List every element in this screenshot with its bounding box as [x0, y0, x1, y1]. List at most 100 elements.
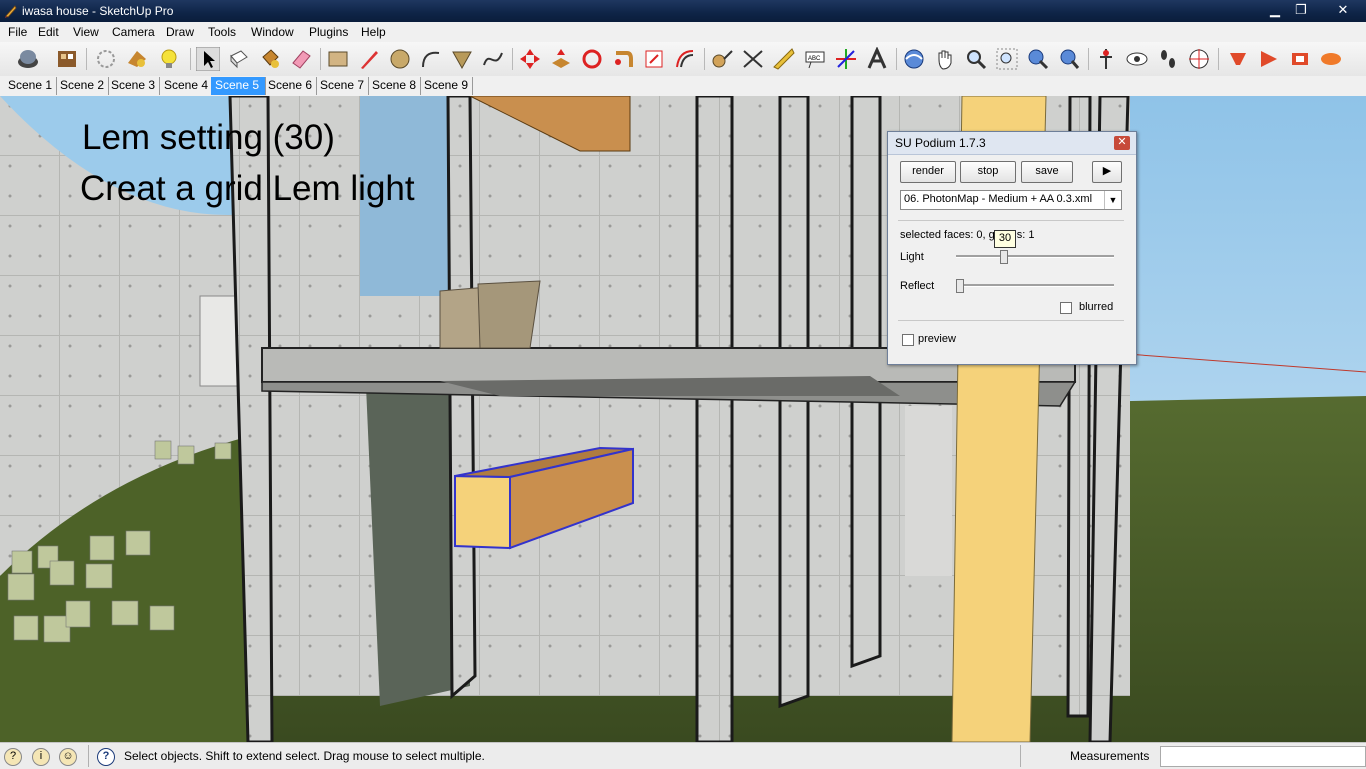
overlay-title: Lem setting (30) — [82, 118, 335, 157]
zoom-extents-icon[interactable] — [1026, 47, 1050, 71]
blurred-checkbox[interactable] — [1060, 302, 1072, 314]
polygon-icon[interactable] — [450, 47, 474, 71]
menu-edit[interactable]: Edit — [38, 25, 59, 39]
look-around-icon[interactable] — [1125, 47, 1149, 71]
freehand-icon[interactable] — [481, 47, 505, 71]
position-camera-icon[interactable] — [1094, 47, 1118, 71]
title-bar: iwasa house - SketchUp Pro ▁ ❐ ✕ — [0, 0, 1366, 22]
light-slider-thumb[interactable] — [1000, 250, 1009, 264]
podium-browser-icon[interactable] — [55, 47, 79, 71]
tab-scene-8[interactable]: Scene 8 — [368, 77, 422, 95]
arc-icon[interactable] — [419, 47, 443, 71]
podium-title-bar[interactable]: SU Podium 1.7.3 — [888, 132, 1136, 155]
eraser-icon[interactable] — [289, 47, 313, 71]
tab-scene-4[interactable]: Scene 4 — [160, 77, 214, 95]
tape-measure-icon[interactable] — [710, 47, 734, 71]
light-bulb-icon[interactable] — [157, 47, 181, 71]
push-pull-icon[interactable] — [549, 47, 573, 71]
offset-icon[interactable] — [673, 47, 697, 71]
tab-scene-7[interactable]: Scene 7 — [316, 77, 370, 95]
credits-icon[interactable]: i — [32, 748, 50, 766]
close-button[interactable]: ✕ — [1326, 1, 1360, 19]
menu-window[interactable]: Window — [251, 25, 294, 39]
save-button[interactable]: save — [1021, 161, 1073, 183]
preview-checkbox[interactable] — [902, 334, 914, 346]
tab-scene-5[interactable]: Scene 5 — [211, 77, 266, 95]
chevron-down-icon[interactable]: ▼ — [1104, 191, 1121, 209]
measurements-label: Measurements — [1070, 749, 1150, 763]
tab-scene-2[interactable]: Scene 2 — [56, 77, 110, 95]
sketchup-app-icon[interactable] — [4, 4, 18, 18]
protractor-icon[interactable] — [772, 47, 796, 71]
menu-plugins[interactable]: Plugins — [309, 25, 348, 39]
podium-tool-2-icon[interactable] — [1257, 47, 1281, 71]
menu-help[interactable]: Help — [361, 25, 386, 39]
minimize-button[interactable]: ▁ — [1262, 1, 1288, 19]
preset-select[interactable]: 06. PhotonMap - Medium + AA 0.3.xml ▼ — [900, 190, 1122, 210]
rotate-icon[interactable] — [580, 47, 604, 71]
light-slider-track[interactable] — [956, 255, 1114, 258]
orbit-light-icon[interactable] — [94, 47, 118, 71]
menu-tools[interactable]: Tools — [208, 25, 236, 39]
axes-icon[interactable] — [834, 47, 858, 71]
menu-bar: File Edit View Camera Draw Tools Window … — [0, 22, 1366, 42]
maximize-button[interactable]: ❐ — [1288, 1, 1314, 19]
status-bar: ? i ☺ ? Select objects. Shift to extend … — [0, 742, 1366, 769]
walk-icon[interactable] — [1156, 47, 1180, 71]
reflect-slider-track[interactable] — [956, 284, 1114, 287]
menu-camera[interactable]: Camera — [112, 25, 155, 39]
podium-tool-4-icon[interactable] — [1319, 47, 1343, 71]
podium-tool-1-icon[interactable] — [1226, 47, 1250, 71]
play-icon: ▶ — [1102, 165, 1112, 177]
su-podium-dialog: SU Podium 1.7.3 ✕ render stop save ▶ 06.… — [887, 131, 1137, 365]
main-toolbar: ABC — [0, 42, 1366, 77]
overlay-subtitle: Creat a grid Lem light — [80, 169, 415, 208]
rectangle-icon[interactable] — [326, 47, 350, 71]
pan-hand-icon[interactable] — [933, 47, 957, 71]
reflect-label: Reflect — [900, 280, 935, 292]
zoom-icon[interactable] — [964, 47, 988, 71]
section-plane-icon[interactable] — [1187, 47, 1211, 71]
podium-title: SU Podium 1.7.3 — [895, 136, 986, 150]
make-component-icon[interactable] — [227, 47, 251, 71]
podium-render-icon[interactable] — [16, 47, 40, 71]
render-button[interactable]: render — [900, 161, 956, 183]
zoom-window-icon[interactable] — [995, 47, 1019, 71]
orbit-icon[interactable] — [902, 47, 926, 71]
tab-scene-6[interactable]: Scene 6 — [264, 77, 318, 95]
menu-draw[interactable]: Draw — [166, 25, 194, 39]
move-icon[interactable] — [518, 47, 542, 71]
menu-file[interactable]: File — [8, 25, 27, 39]
circle-icon[interactable] — [388, 47, 412, 71]
user-icon[interactable]: ☺ — [59, 748, 77, 766]
tab-scene-1[interactable]: Scene 1 — [4, 77, 58, 95]
help-icon[interactable]: ? — [97, 748, 115, 766]
window-title: iwasa house - SketchUp Pro — [22, 4, 174, 18]
follow-me-icon[interactable] — [611, 47, 635, 71]
blurred-label: blurred — [1079, 301, 1114, 313]
tab-scene-3[interactable]: Scene 3 — [107, 77, 161, 95]
play-button[interactable]: ▶ — [1092, 161, 1122, 183]
light-value-tooltip: 30 — [994, 230, 1016, 248]
preset-value: 06. PhotonMap - Medium + AA 0.3.xml — [904, 193, 1093, 205]
reflect-slider-thumb[interactable] — [956, 279, 964, 293]
text-icon[interactable]: ABC — [803, 47, 827, 71]
light-label: Light — [900, 251, 924, 263]
select-arrow-icon[interactable] — [196, 47, 220, 71]
podium-close-button[interactable]: ✕ — [1114, 136, 1130, 150]
model-viewport[interactable]: Lem setting (30) Creat a grid Lem light — [0, 96, 1366, 742]
previous-view-icon[interactable] — [1057, 47, 1081, 71]
measurements-field[interactable] — [1160, 746, 1366, 767]
stop-button[interactable]: stop — [960, 161, 1016, 183]
3d-text-icon[interactable] — [865, 47, 889, 71]
podium-tool-3-icon[interactable] — [1288, 47, 1312, 71]
geo-location-icon[interactable]: ? — [4, 748, 22, 766]
line-pencil-icon[interactable] — [357, 47, 381, 71]
paint-bucket-icon[interactable] — [258, 47, 282, 71]
paint-materials-icon[interactable] — [125, 47, 149, 71]
tab-scene-9[interactable]: Scene 9 — [420, 77, 474, 95]
menu-view[interactable]: View — [73, 25, 99, 39]
scale-icon[interactable] — [642, 47, 666, 71]
status-hint: Select objects. Shift to extend select. … — [124, 749, 485, 763]
dimension-icon[interactable] — [741, 47, 765, 71]
